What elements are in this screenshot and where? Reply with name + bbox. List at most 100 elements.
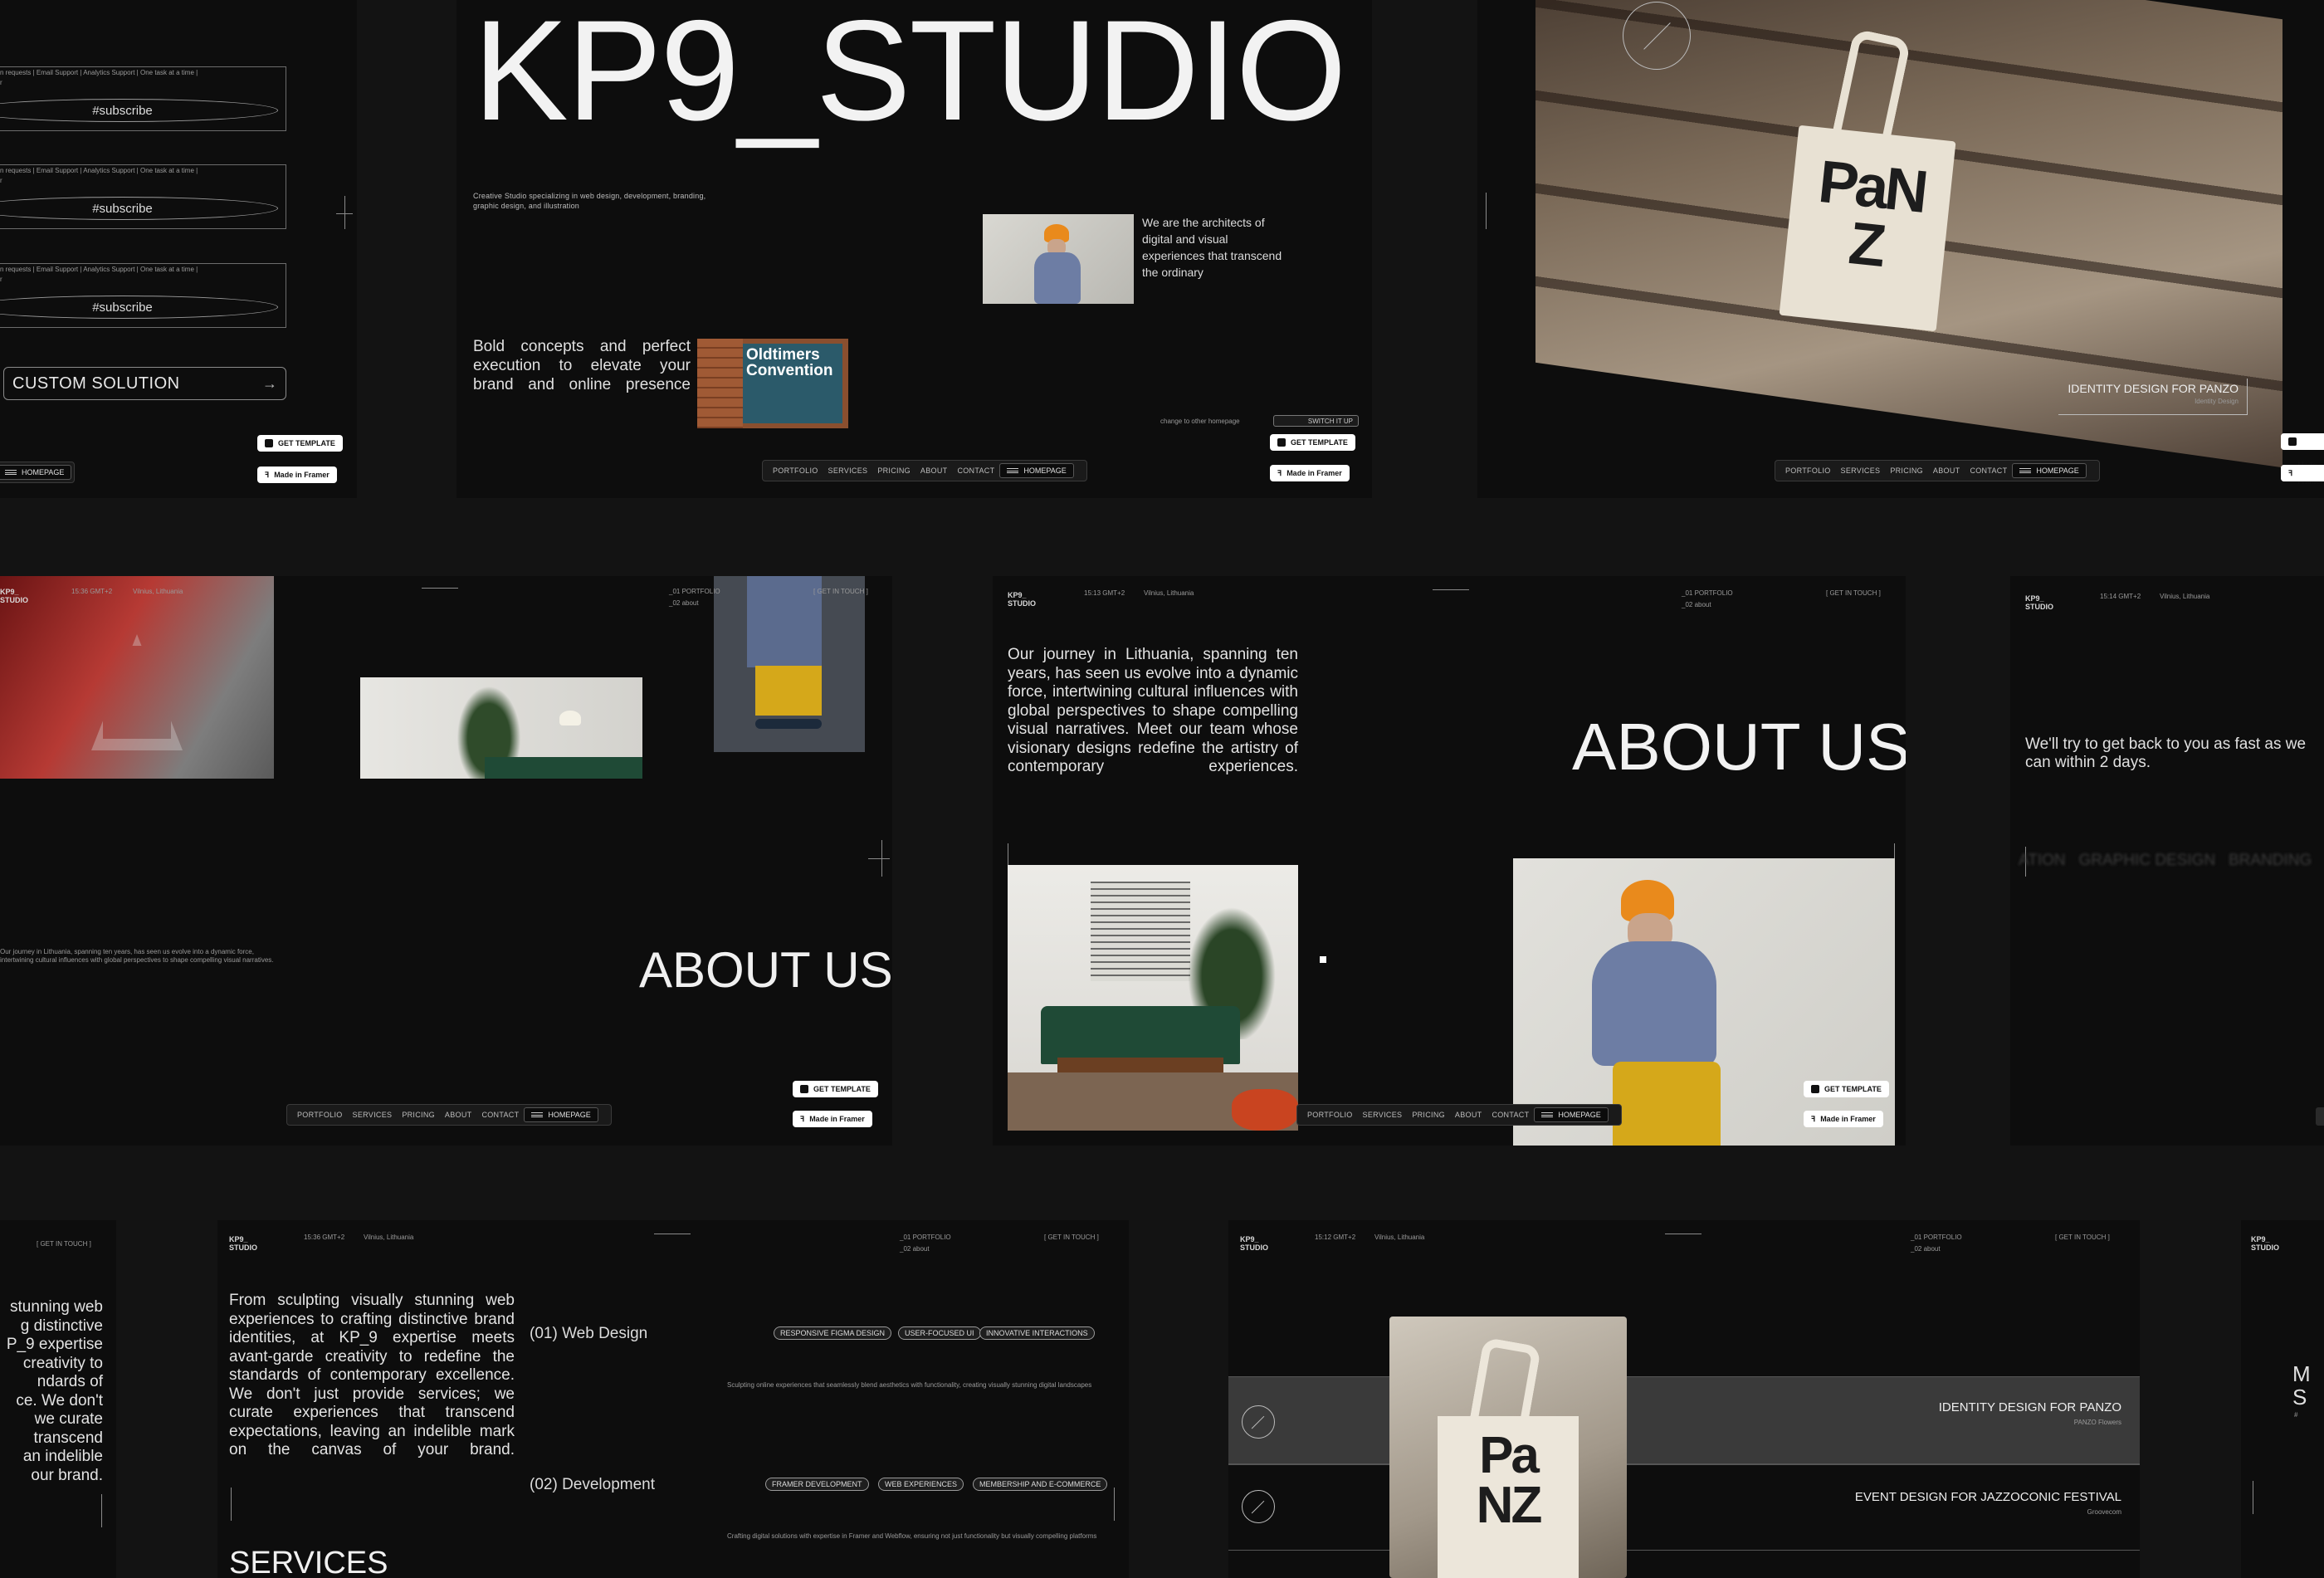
framer-icon: ꟻ xyxy=(265,470,270,479)
project-title: IDENTITY DESIGN FOR PANZO xyxy=(1938,1400,2121,1414)
crosshair xyxy=(101,1494,102,1527)
made-in-framer-button[interactable]: ꟻMade in Framer xyxy=(1270,465,1350,481)
get-template-button[interactable] xyxy=(2316,1107,2324,1126)
subscribe-button[interactable]: #subscribe xyxy=(0,197,278,220)
pricing-plan-2: n requests | Email Support | Analytics S… xyxy=(0,164,286,229)
get-template-button-fragment[interactable] xyxy=(2281,433,2324,450)
navbar: PORTFOLIO SERVICES PRICING ABOUT CONTACT… xyxy=(1775,460,2100,481)
tote-bag-preview: PaNZ xyxy=(1389,1317,1627,1578)
get-in-touch-link[interactable]: [ GET IN TOUCH ] xyxy=(2055,1234,2110,1241)
shoes xyxy=(755,719,822,729)
service-development-title: (02) Development xyxy=(530,1476,656,1493)
poster-title: Oldtimers Convention xyxy=(746,346,833,379)
services-panel: KP9_ STUDIO 15:36 GMT+2 Vilnius, Lithuan… xyxy=(217,1220,1129,1578)
nav-portfolio[interactable]: PORTFOLIO xyxy=(292,1111,348,1119)
plan-features-cont: r xyxy=(0,79,2,86)
project-row-jazzoconic[interactable]: EVENT DESIGN FOR JAZZOCONIC FESTIVAL Gro… xyxy=(1228,1464,2140,1551)
get-template-button[interactable]: GET TEMPLATE xyxy=(257,435,343,452)
identity-caption: IDENTITY DESIGN FOR PANZO Identity Desig… xyxy=(2058,379,2248,415)
project-title: EVENT DESIGN FOR JAZZOCONIC FESTIVAL xyxy=(1854,1490,2121,1504)
made-in-framer-button-fragment[interactable]: ꟻ xyxy=(2281,465,2324,481)
switch-it-up-button[interactable]: SWITCH IT UP xyxy=(1273,415,1359,427)
homepage-button[interactable]: HOMEPAGE xyxy=(2012,463,2087,478)
project-row-panzo[interactable]: IDENTITY DESIGN FOR PANZO PANZO Flowers xyxy=(1228,1376,2140,1464)
tag-innovative-interactions: INNOVATIVE INTERACTIONS xyxy=(979,1326,1095,1340)
homepage-button[interactable]: HOMEPAGE xyxy=(999,463,1074,478)
subscribe-button[interactable]: #subscribe xyxy=(0,99,278,122)
arrow-link-icon[interactable] xyxy=(1623,2,1691,70)
menu-about[interactable]: _02 about xyxy=(1911,1245,1941,1253)
nav-portfolio[interactable]: PORTFOLIO xyxy=(1780,467,1836,475)
menu-about[interactable]: _02 about xyxy=(1682,601,1711,608)
nav-about[interactable]: ABOUT xyxy=(1928,467,1965,475)
menu-about[interactable]: _02 about xyxy=(669,599,699,607)
nav-about[interactable]: ABOUT xyxy=(915,467,953,475)
arrow-right-icon: → xyxy=(262,374,277,392)
homepage-button[interactable]: HOMEPAGE xyxy=(0,465,72,480)
menu-about[interactable]: _02 about xyxy=(900,1245,930,1253)
plan-features: n requests | Email Support | Analytics S… xyxy=(0,266,198,273)
get-in-touch-link[interactable]: [ GET IN TOUCH ] xyxy=(813,588,868,595)
get-template-button[interactable]: GET TEMPLATE xyxy=(793,1081,878,1097)
about-blurb: Our journey in Lithuania, spanning ten y… xyxy=(0,948,274,964)
mustard-pants xyxy=(1613,1062,1721,1146)
nav-pricing[interactable]: PRICING xyxy=(1885,467,1928,475)
custom-solution-label: CUSTOM SOLUTION xyxy=(12,374,180,393)
green-sofa xyxy=(1041,1006,1240,1064)
nav-about[interactable]: ABOUT xyxy=(1450,1111,1487,1119)
homepage-button[interactable]: HOMEPAGE xyxy=(524,1107,598,1122)
nav-contact[interactable]: CONTACT xyxy=(952,467,999,475)
hero-panel: KP9_STUDIO Creative Studio specializing … xyxy=(456,0,1372,498)
get-in-touch-link[interactable]: [ GET IN TOUCH ] xyxy=(1044,1234,1099,1241)
template-icon xyxy=(265,439,273,447)
menu-portfolio[interactable]: _01 PORTFOLIO xyxy=(1682,589,1733,597)
nav-portfolio[interactable]: PORTFOLIO xyxy=(768,467,823,475)
subscribe-button[interactable]: #subscribe xyxy=(0,296,278,319)
get-template-button[interactable]: GET TEMPLATE xyxy=(1804,1081,1889,1097)
menu-portfolio[interactable]: _01 PORTFOLIO xyxy=(900,1234,951,1241)
get-in-touch-link[interactable]: [ GET IN TOUCH ] xyxy=(37,1240,91,1248)
nav-portfolio[interactable]: PORTFOLIO xyxy=(1302,1111,1358,1119)
menu-portfolio[interactable]: _01 PORTFOLIO xyxy=(669,588,720,595)
custom-solution-button[interactable]: CUSTOM SOLUTION → xyxy=(3,367,286,400)
nav-services[interactable]: SERVICES xyxy=(1358,1111,1408,1119)
nav-contact[interactable]: CONTACT xyxy=(476,1111,524,1119)
crosshair xyxy=(231,1488,232,1521)
arrow-link-icon[interactable] xyxy=(1242,1405,1275,1439)
template-icon xyxy=(1277,438,1286,447)
nav-services[interactable]: SERVICES xyxy=(1836,467,1886,475)
building-wall xyxy=(697,339,743,428)
mustard-pants xyxy=(755,666,822,716)
pricing-panel: n requests | Email Support | Analytics S… xyxy=(0,0,357,498)
nav-services[interactable]: SERVICES xyxy=(823,467,873,475)
tote-bag: PaNZ xyxy=(1438,1416,1579,1578)
nav-pricing[interactable]: PRICING xyxy=(872,467,915,475)
made-in-framer-button[interactable]: ꟻMade in Framer xyxy=(257,467,337,483)
nav-about[interactable]: ABOUT xyxy=(440,1111,477,1119)
clock: 15:36 GMT+2 xyxy=(304,1234,345,1241)
made-in-framer-button[interactable]: ꟻMade in Framer xyxy=(793,1111,872,1127)
get-in-touch-link[interactable]: [ GET IN TOUCH ] xyxy=(1826,589,1881,597)
living-room-image xyxy=(1008,865,1298,1131)
services-intro-fragment: stunning web g distinctive P_9 expertise… xyxy=(6,1298,103,1484)
get-template-button[interactable]: GET TEMPLATE xyxy=(1270,434,1355,451)
nav-pricing[interactable]: PRICING xyxy=(397,1111,440,1119)
person-photo xyxy=(1513,858,1895,1146)
tag-web-experiences: WEB EXPERIENCES xyxy=(878,1478,964,1491)
arrow-link-icon[interactable] xyxy=(1242,1490,1275,1523)
nav-contact[interactable]: CONTACT xyxy=(1487,1111,1534,1119)
nav-contact[interactable]: CONTACT xyxy=(1965,467,2012,475)
made-in-framer-button[interactable]: ꟻMade in Framer xyxy=(1804,1111,1883,1127)
red-shirt-image xyxy=(0,576,274,779)
coffee-table xyxy=(1057,1058,1223,1072)
lamp xyxy=(559,711,581,725)
clock: 15:12 GMT+2 xyxy=(1315,1234,1356,1241)
nav-services[interactable]: SERVICES xyxy=(348,1111,398,1119)
pricing-plan-3: n requests | Email Support | Analytics S… xyxy=(0,263,286,328)
tag-user-focused-ui: USER-FOCUSED UI xyxy=(898,1326,981,1340)
nav-pricing[interactable]: PRICING xyxy=(1407,1111,1450,1119)
crosshair xyxy=(1433,589,1469,590)
menu-icon xyxy=(1541,1112,1554,1117)
homepage-button[interactable]: HOMEPAGE xyxy=(1534,1107,1609,1122)
menu-portfolio[interactable]: _01 PORTFOLIO xyxy=(1911,1234,1962,1241)
